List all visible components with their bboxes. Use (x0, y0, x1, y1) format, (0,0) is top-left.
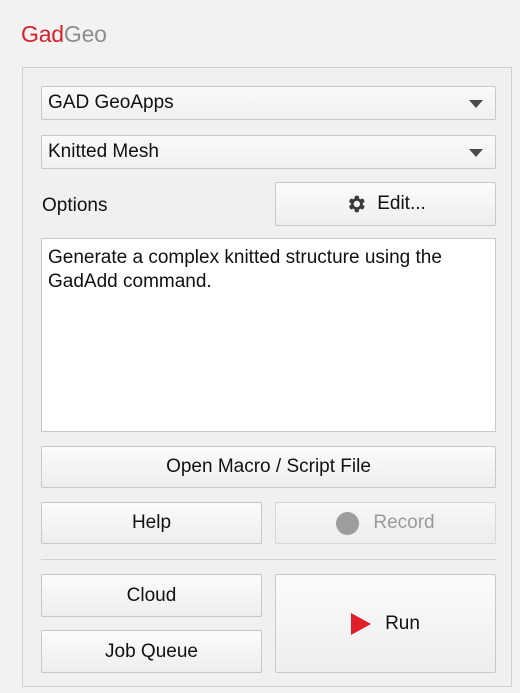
app-title-rest: Geo (63, 21, 107, 47)
job-queue-label: Job Queue (105, 640, 198, 662)
description-text: Generate a complex knitted structure usi… (48, 247, 442, 292)
run-label: Run (385, 612, 420, 634)
help-button[interactable]: Help (41, 502, 262, 544)
job-queue-button[interactable]: Job Queue (41, 630, 262, 673)
play-icon (351, 612, 372, 635)
options-label: Options (42, 195, 108, 216)
tool-select[interactable]: Knitted Mesh (41, 135, 496, 169)
cloud-button[interactable]: Cloud (41, 574, 262, 617)
record-label: Record (373, 512, 435, 533)
divider (41, 559, 496, 560)
help-label: Help (131, 512, 172, 533)
app-select[interactable]: GAD GeoApps (41, 86, 496, 120)
cloud-label: Cloud (126, 584, 177, 606)
gadgeo-window: GadGeo GAD GeoApps Knitted Mesh Options … (0, 0, 520, 693)
edit-button-label: Edit... (377, 193, 426, 214)
open-macro-label: Open Macro / Script File (166, 456, 371, 477)
edit-button[interactable]: Edit... (275, 182, 496, 226)
record-button[interactable]: Record (275, 502, 496, 544)
chevron-down-icon (469, 149, 483, 157)
tool-select-value: Knitted Mesh (48, 141, 159, 162)
chevron-down-icon (469, 100, 483, 108)
record-dot-icon (336, 511, 360, 535)
app-title-brand: Gad (21, 21, 64, 47)
app-title: GadGeo (21, 20, 107, 48)
app-select-value: GAD GeoApps (48, 92, 174, 113)
gear-icon (349, 195, 365, 213)
run-button[interactable]: Run (275, 574, 496, 673)
description-box: Generate a complex knitted structure usi… (41, 238, 496, 432)
open-macro-button[interactable]: Open Macro / Script File (41, 446, 496, 488)
